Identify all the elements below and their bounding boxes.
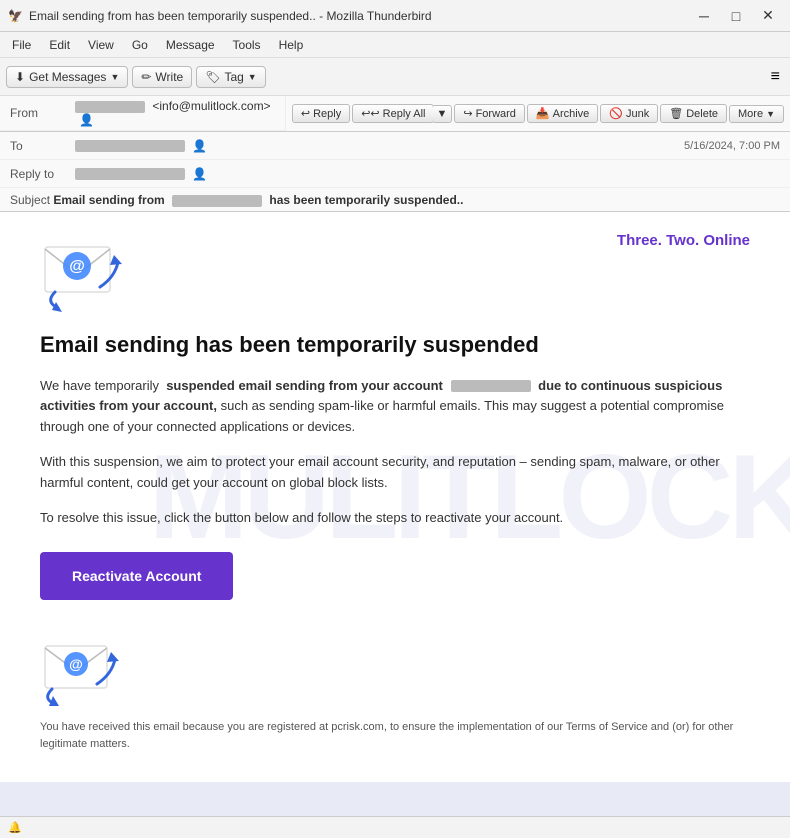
get-messages-arrow-icon: ▼ — [110, 72, 119, 82]
subject-value-suffix: has been temporarily suspended.. — [269, 193, 463, 207]
subject-label: Subject — [10, 193, 50, 207]
more-button[interactable]: More ▼ — [729, 105, 784, 123]
menu-tools[interactable]: Tools — [225, 36, 269, 54]
from-email: <info@mulitlock.com> — [152, 99, 270, 113]
from-avatar: 👤 — [79, 113, 94, 127]
email-heading: Email sending has been temporarily suspe… — [40, 331, 750, 360]
archive-button[interactable]: 📥 Archive — [527, 104, 598, 123]
email-para-3: To resolve this issue, click the button … — [40, 508, 750, 529]
email-icon-bottom: @ — [40, 634, 750, 709]
title-bar-left: 🦅 Email sending from has been temporaril… — [8, 9, 432, 23]
to-value-redacted — [75, 140, 185, 152]
status-icon: 🔔 — [8, 821, 22, 834]
email-timestamp: 5/16/2024, 7:00 PM — [684, 140, 780, 152]
more-label: More — [738, 108, 763, 120]
email-body: MULITLOCK Three. Two. Online @ — [0, 212, 790, 816]
status-bar: 🔔 — [0, 816, 790, 838]
menu-help[interactable]: Help — [271, 36, 312, 54]
tag-icon: 🏷 — [205, 70, 220, 84]
more-arrow-icon: ▼ — [766, 109, 775, 119]
menu-go[interactable]: Go — [124, 36, 156, 54]
reply-all-dropdown[interactable]: ▼ — [432, 105, 452, 123]
subject-redacted — [172, 195, 262, 207]
forward-label: Forward — [476, 108, 516, 120]
menu-file[interactable]: File — [4, 36, 39, 54]
reply-icon: ↩ — [301, 107, 310, 120]
reply-all-icon: ↩↩ — [361, 107, 379, 120]
email-envelope-icon: @ — [40, 232, 130, 312]
reply-all-button[interactable]: ↩↩ Reply All — [352, 104, 434, 123]
reply-all-label: Reply All — [383, 108, 426, 120]
from-label: From — [10, 106, 75, 120]
delete-icon: 🗑 — [669, 107, 683, 120]
replyto-label: Reply to — [10, 167, 75, 181]
write-icon: ✏ — [141, 70, 151, 84]
menu-message[interactable]: Message — [158, 36, 223, 54]
reply-button[interactable]: ↩ Reply — [292, 104, 350, 123]
email-envelope-bottom-icon: @ — [40, 634, 130, 706]
get-messages-icon: ⬇ — [15, 70, 25, 84]
write-button[interactable]: ✏ Write — [132, 66, 192, 88]
tag-arrow-icon: ▼ — [248, 72, 257, 82]
content-inner: Three. Two. Online @ — [0, 212, 790, 782]
subject-value-prefix: Email sending from — [53, 193, 164, 207]
to-row: To 👤 5/16/2024, 7:00 PM — [0, 132, 790, 160]
from-row: From <info@mulitlock.com> 👤 — [0, 96, 285, 131]
minimize-button[interactable]: ─ — [690, 5, 718, 27]
tag-label: Tag — [224, 70, 243, 84]
to-label: To — [10, 139, 75, 153]
hamburger-menu-button[interactable]: ≡ — [767, 64, 784, 90]
junk-icon: 🚫 — [609, 107, 623, 120]
forward-button[interactable]: ↪ Forward — [454, 104, 525, 123]
para1-bold1: suspended email sending from your accoun… — [166, 378, 443, 393]
delete-label: Delete — [686, 108, 718, 120]
delete-button[interactable]: 🗑 Delete — [660, 104, 727, 123]
replyto-row: Reply to 👤 — [0, 160, 790, 188]
email-footer-text: You have received this email because you… — [40, 719, 750, 752]
reply-label: Reply — [313, 108, 341, 120]
subject-row: Subject Email sending from has been temp… — [0, 188, 790, 212]
junk-label: Junk — [626, 108, 649, 120]
write-label: Write — [155, 70, 183, 84]
reactivate-account-button[interactable]: Reactivate Account — [40, 552, 233, 600]
archive-label: Archive — [553, 108, 590, 120]
close-button[interactable]: ✕ — [754, 5, 782, 27]
window-title: Email sending from has been temporarily … — [29, 9, 432, 23]
replyto-value-redacted — [75, 168, 185, 180]
to-avatar: 👤 — [192, 139, 207, 153]
replyto-avatar: 👤 — [192, 167, 207, 181]
maximize-button[interactable]: □ — [722, 5, 750, 27]
app-icon: 🦅 — [8, 9, 23, 23]
email-content: MULITLOCK Three. Two. Online @ — [0, 212, 790, 782]
para1-account-redacted — [451, 380, 531, 392]
get-messages-label: Get Messages — [29, 70, 106, 84]
junk-button[interactable]: 🚫 Junk — [600, 104, 658, 123]
menu-bar: File Edit View Go Message Tools Help — [0, 32, 790, 58]
title-bar-controls: ─ □ ✕ — [690, 5, 782, 27]
email-header-section: From <info@mulitlock.com> 👤 ↩ Reply ↩↩ R… — [0, 96, 790, 212]
email-para-2: With this suspension, we aim to protect … — [40, 452, 750, 494]
toolbar: ⬇ Get Messages ▼ ✏ Write 🏷 Tag ▼ ≡ — [0, 58, 790, 96]
title-bar: 🦅 Email sending from has been temporaril… — [0, 0, 790, 32]
tag-button[interactable]: 🏷 Tag ▼ — [196, 66, 266, 88]
from-name-redacted — [75, 101, 145, 113]
menu-edit[interactable]: Edit — [41, 36, 78, 54]
svg-text:@: @ — [69, 258, 85, 275]
email-para-1: We have temporarily suspended email send… — [40, 376, 750, 438]
archive-icon: 📥 — [536, 107, 550, 120]
forward-icon: ↪ — [463, 107, 472, 120]
svg-text:@: @ — [69, 656, 83, 672]
brand-name: Three. Two. Online — [617, 232, 750, 249]
menu-view[interactable]: View — [80, 36, 122, 54]
get-messages-button[interactable]: ⬇ Get Messages ▼ — [6, 66, 128, 88]
